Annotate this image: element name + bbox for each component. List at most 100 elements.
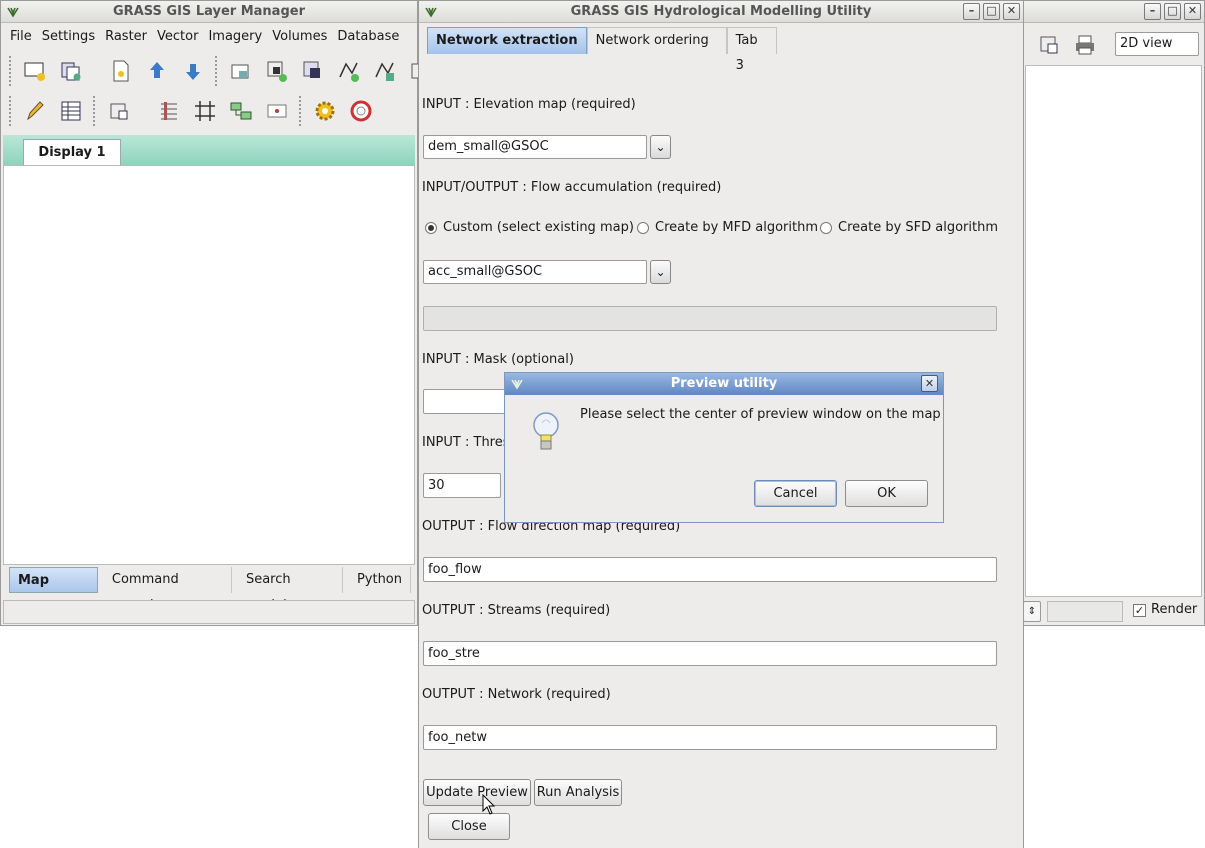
settings-gear-icon[interactable]	[311, 97, 339, 125]
view-mode-select[interactable]: 2D view	[1115, 32, 1199, 56]
map-display-window: – □ ✕ 2D view ⇕ ✓ Render	[1022, 0, 1205, 626]
radio-mfd[interactable]: Create by MFD algorithm	[637, 220, 818, 235]
minimize-icon[interactable]: –	[963, 3, 980, 20]
flow-direction-input[interactable]: foo_flow	[423, 557, 997, 582]
map-toolbar: 2D view	[1023, 29, 1204, 61]
map-canvas[interactable]	[1025, 65, 1202, 597]
open-upload-icon[interactable]	[143, 57, 171, 85]
threshold-input[interactable]: 30	[423, 473, 501, 498]
network-label: OUTPUT : Network (required)	[422, 687, 611, 702]
flow-accumulation-dropdown-icon[interactable]: ⌄	[650, 260, 671, 284]
dialog-titlebar[interactable]: Preview utility ✕	[505, 373, 943, 395]
close-button[interactable]: Close	[428, 813, 510, 840]
hydro-window-controls: – □ ✕	[963, 3, 1020, 20]
lightbulb-icon	[533, 412, 559, 450]
radio-custom[interactable]: Custom (select existing map)	[425, 220, 634, 235]
layer-manager-window: GRASS GIS Layer Manager File Settings Ra…	[0, 0, 427, 626]
edit-pencil-icon[interactable]	[21, 97, 49, 125]
render-checkbox[interactable]: ✓	[1133, 604, 1146, 617]
close-icon[interactable]: ✕	[1184, 3, 1201, 20]
toolbar-grip[interactable]	[299, 96, 303, 126]
menu-raster[interactable]: Raster	[105, 29, 147, 44]
radio-mfd-indicator[interactable]	[637, 221, 649, 234]
network-input[interactable]: foo_netw	[423, 725, 997, 750]
dialog-title: Preview utility	[670, 376, 778, 391]
attribute-table-icon[interactable]	[57, 97, 85, 125]
menu-imagery[interactable]: Imagery	[208, 29, 262, 44]
grass-logo-icon	[425, 7, 437, 18]
close-icon[interactable]: ✕	[1003, 3, 1020, 20]
display-settings-icon[interactable]	[105, 97, 133, 125]
map-display-titlebar[interactable]: – □ ✕	[1023, 1, 1204, 23]
dialog-ok-button[interactable]: OK	[845, 480, 928, 507]
hydro-tabs: Network extraction Network ordering Tab …	[427, 27, 777, 73]
grid-icon[interactable]	[191, 97, 219, 125]
modeler-icon[interactable]	[227, 97, 255, 125]
histogram-icon[interactable]	[155, 97, 183, 125]
menu-vector[interactable]: Vector	[157, 29, 198, 44]
toolbar-grip[interactable]	[215, 56, 219, 86]
tab-network-extraction[interactable]: Network extraction	[427, 27, 587, 54]
tab-3[interactable]: Tab 3	[726, 27, 777, 73]
georectify-icon[interactable]	[263, 97, 291, 125]
mask-label: INPUT : Mask (optional)	[422, 352, 574, 367]
add-vector-icon[interactable]	[335, 57, 363, 85]
flow-accumulation-combo[interactable]: acc_small@GSOC	[423, 260, 647, 284]
streams-input[interactable]: foo_stre	[423, 641, 997, 666]
toolbar-grip	[93, 56, 99, 86]
elevation-map-combo[interactable]: dem_small@GSOC	[423, 135, 647, 159]
secondary-toolbar	[1, 91, 379, 131]
print-icon[interactable]	[1071, 31, 1099, 59]
maximize-icon[interactable]: □	[983, 3, 1000, 20]
add-rgb-icon[interactable]	[263, 57, 291, 85]
radio-custom-indicator[interactable]	[425, 221, 437, 234]
radio-sfd[interactable]: Create by SFD algorithm	[820, 220, 998, 235]
hydro-titlebar[interactable]: GRASS GIS Hydrological Modelling Utility…	[419, 1, 1023, 23]
radio-custom-label: Custom (select existing map)	[443, 220, 634, 235]
elevation-dropdown-icon[interactable]: ⌄	[650, 135, 671, 159]
grass-logo-icon	[511, 379, 523, 390]
radio-sfd-indicator[interactable]	[820, 221, 832, 234]
menu-settings[interactable]: Settings	[42, 29, 95, 44]
tab-display-1[interactable]: Display 1	[23, 139, 121, 165]
bottom-notebook: Map layers Command console Search module…	[9, 567, 417, 614]
tab-map-layers[interactable]: Map layers	[9, 567, 98, 614]
workspace-icon[interactable]	[57, 57, 85, 85]
elevation-map-label: INPUT : Elevation map (required)	[422, 97, 636, 112]
layer-manager-titlebar[interactable]: GRASS GIS Layer Manager	[1, 1, 417, 23]
add-raster-icon[interactable]	[227, 57, 255, 85]
tab-search-module[interactable]: Search module	[238, 567, 343, 613]
dialog-cancel-button[interactable]: Cancel	[754, 480, 837, 507]
mouse-cursor-icon	[482, 794, 496, 815]
save-download-icon[interactable]	[179, 57, 207, 85]
new-display-icon[interactable]	[21, 57, 49, 85]
tab-network-ordering[interactable]: Network ordering	[586, 27, 727, 54]
tab-command-console[interactable]: Command console	[104, 567, 232, 613]
run-analysis-button[interactable]: Run Analysis	[534, 779, 622, 806]
toolbar-grip[interactable]	[9, 96, 13, 126]
update-preview-button[interactable]: Update Preview	[423, 779, 531, 806]
render-label: Render	[1151, 602, 1198, 617]
new-file-icon[interactable]	[107, 57, 135, 85]
toolbar-grip[interactable]	[93, 96, 97, 126]
radio-sfd-label: Create by SFD algorithm	[838, 220, 999, 235]
help-lifebuoy-icon[interactable]	[347, 97, 375, 125]
dialog-close-icon[interactable]: ✕	[921, 375, 938, 392]
menu-volumes[interactable]: Volumes	[272, 29, 327, 44]
menu-database[interactable]: Database	[337, 29, 399, 44]
radio-mfd-label: Create by MFD algorithm	[655, 220, 818, 235]
add-vector-misc-icon[interactable]	[371, 57, 399, 85]
toolbar-grip[interactable]	[9, 56, 13, 86]
flow-accumulation-progress	[423, 306, 997, 331]
tab-python[interactable]: Python	[349, 567, 411, 593]
minimize-icon[interactable]: –	[1144, 3, 1161, 20]
maximize-icon[interactable]: □	[1164, 3, 1181, 20]
threshold-label: INPUT : Thres	[422, 435, 510, 450]
status-spin-icon[interactable]: ⇕	[1023, 601, 1041, 622]
menu-file[interactable]: File	[10, 29, 32, 44]
layer-tree-panel[interactable]	[3, 165, 415, 565]
toolbar-grip	[141, 96, 147, 126]
save-display-icon[interactable]	[1035, 31, 1063, 59]
map-statusbar: ⇕ ✓ Render	[1023, 599, 1204, 625]
add-raster-misc-icon[interactable]	[299, 57, 327, 85]
